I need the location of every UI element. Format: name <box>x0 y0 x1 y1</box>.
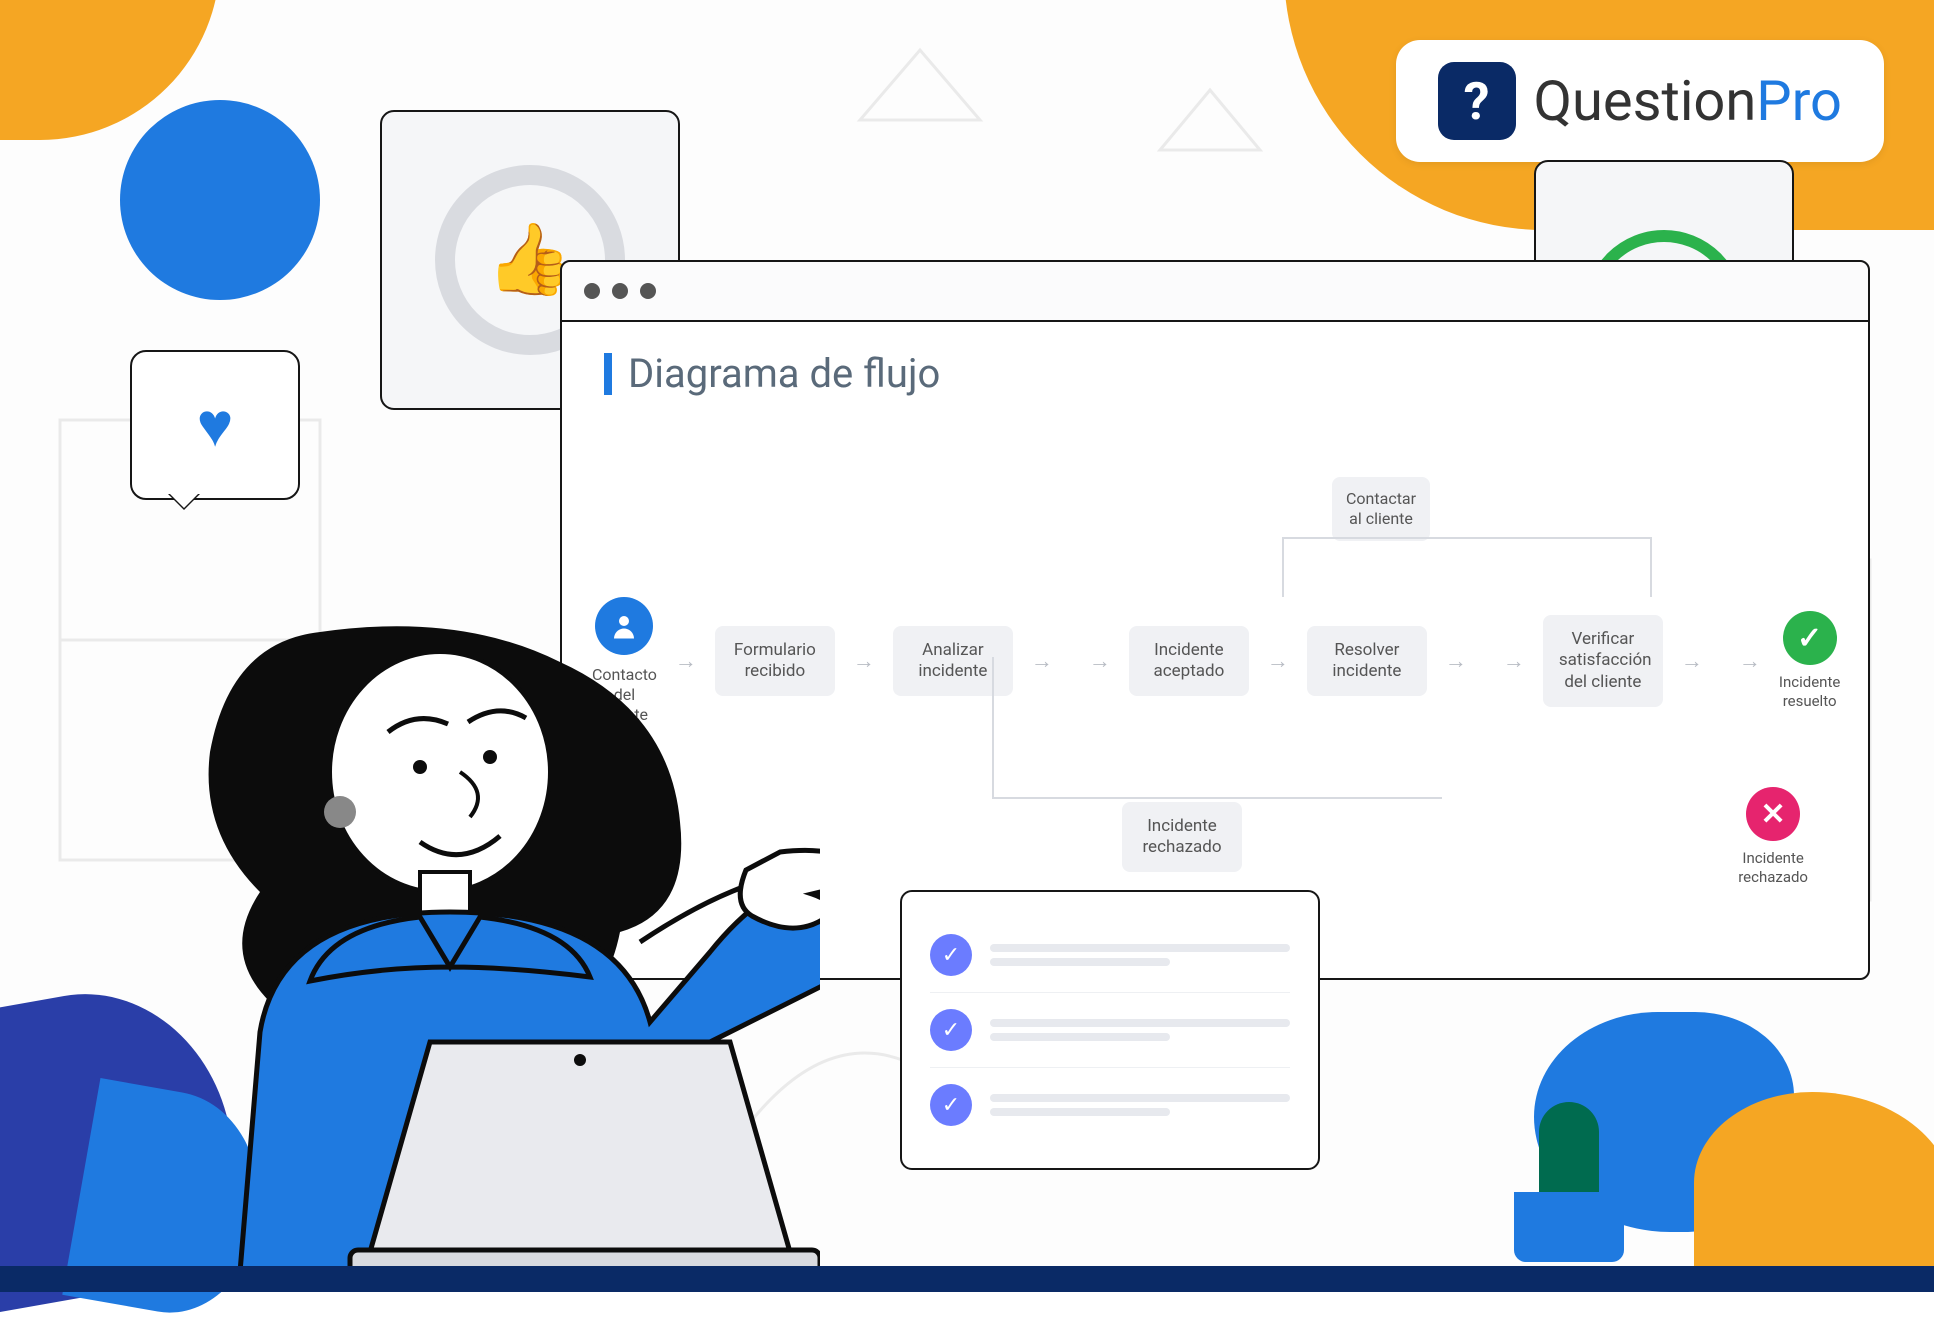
page-title-row: Diagrama de flujo <box>562 322 1868 407</box>
checklist-item: ✓ <box>930 1068 1290 1142</box>
arrow-icon: → <box>1739 648 1761 674</box>
arrow-icon: → <box>853 648 875 674</box>
arrow-icon: → <box>1681 648 1703 674</box>
cactus-illustration <box>1504 1092 1634 1262</box>
questionpro-wordmark: QuestionPro <box>1534 68 1843 134</box>
flow-decision-3 <box>1704 644 1738 678</box>
person-illustration <box>120 472 820 1272</box>
check-circle-icon: ✓ <box>930 934 972 976</box>
placeholder-lines <box>990 1013 1290 1047</box>
flow-node-contact-client: Contactar al cliente <box>1332 477 1430 541</box>
flow-connector <box>1282 537 1652 597</box>
window-dot-icon <box>612 283 628 299</box>
flow-node-resolve: Resolver incidente <box>1307 626 1427 697</box>
arrow-icon: → <box>1031 648 1053 674</box>
check-circle-icon: ✓ <box>1783 611 1837 665</box>
arrow-icon: → <box>1089 648 1111 674</box>
questionpro-mark-icon: ? <box>1438 62 1516 140</box>
checklist-item: ✓ <box>930 918 1290 993</box>
arrow-icon: → <box>1267 648 1289 674</box>
decor-blob-orange-bottom-right <box>1694 1092 1934 1292</box>
x-circle-icon: ✕ <box>1746 787 1800 841</box>
title-accent-bar <box>604 353 612 395</box>
window-dot-icon <box>584 283 600 299</box>
flow-node-verify: Verificar satisfacción del cliente <box>1543 615 1663 707</box>
placeholder-lines <box>990 1088 1290 1122</box>
arrow-icon: → <box>1503 648 1525 674</box>
questionpro-logo-badge: ? QuestionPro <box>1396 40 1885 162</box>
checklist-item: ✓ <box>930 993 1290 1068</box>
check-circle-icon: ✓ <box>930 1009 972 1051</box>
arrow-icon: → <box>1445 648 1467 674</box>
decor-blob-blue-top-left <box>120 100 320 300</box>
page-title: Diagrama de flujo <box>628 350 940 397</box>
flow-node-analyze: Analizar incidente <box>893 626 1013 697</box>
placeholder-lines <box>990 938 1290 972</box>
browser-titlebar <box>562 262 1868 322</box>
illustration-canvas: ? QuestionPro 👍 ♥ ☺ NPS Diagrama de fluj… <box>0 0 1934 1292</box>
check-circle-icon: ✓ <box>930 1084 972 1126</box>
flow-node-rejected: Incidente rechazado <box>1122 802 1242 873</box>
flow-end-success: ✓ Incidente resuelto <box>1779 611 1840 711</box>
flow-reject-row: Incidente rechazado ✕ Incidente rechazad… <box>1122 787 1808 887</box>
heart-icon: ♥ <box>197 389 234 462</box>
checklist-card: ✓ ✓ ✓ <box>900 890 1320 1170</box>
window-dot-icon <box>640 283 656 299</box>
flow-decision-2 <box>1468 644 1502 678</box>
bottom-accent-bar <box>0 1266 1934 1292</box>
flow-connector <box>992 657 994 797</box>
flow-decision-1 <box>1054 644 1088 678</box>
flow-end-fail: ✕ Incidente rechazado <box>1738 787 1808 887</box>
flow-node-accepted: Incidente aceptado <box>1129 626 1249 697</box>
